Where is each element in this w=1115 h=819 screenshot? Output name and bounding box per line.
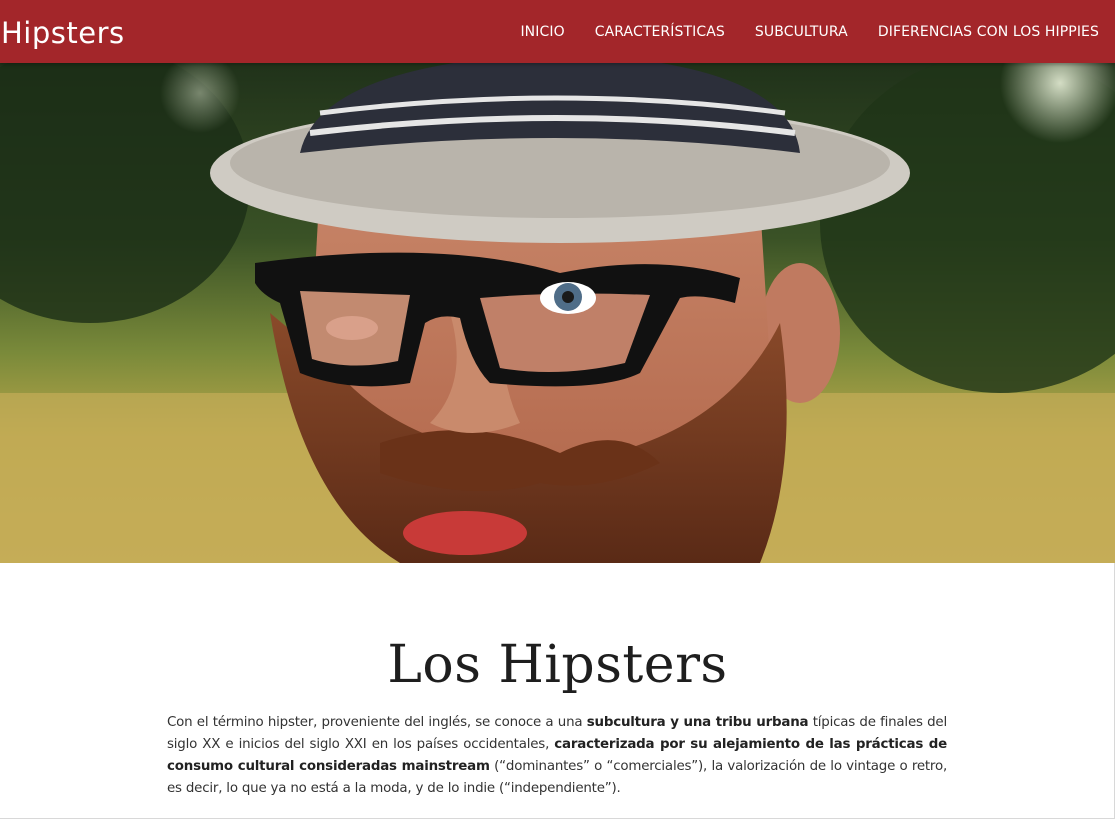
nav-link-caracteristicas[interactable]: CARACTERÍSTICAS <box>595 24 725 40</box>
hero-image <box>0 63 1115 563</box>
intro-text-1: Con el término hipster, proveniente del … <box>167 715 587 730</box>
nav-menu: INICIO CARACTERÍSTICAS SUBCULTURA DIFERE… <box>490 0 1115 63</box>
intro-section: Los Hipsters Con el término hipster, pro… <box>0 563 1115 819</box>
nav-link-subcultura[interactable]: SUBCULTURA <box>755 24 848 40</box>
nav-link-inicio[interactable]: INICIO <box>520 24 564 40</box>
intro-bold-1: subcultura y una tribu urbana <box>586 715 809 730</box>
top-navbar: Hipsters INICIO CARACTERÍSTICAS SUBCULTU… <box>0 0 1115 63</box>
hero-photo-illustration <box>0 63 1115 563</box>
nav-link-diferencias-hippies[interactable]: DIFERENCIAS CON LOS HIPPIES <box>878 24 1099 40</box>
page-title: Los Hipsters <box>387 635 728 695</box>
intro-paragraph: Con el término hipster, proveniente del … <box>167 712 947 800</box>
brand-logo-link[interactable]: Hipsters <box>0 16 125 50</box>
